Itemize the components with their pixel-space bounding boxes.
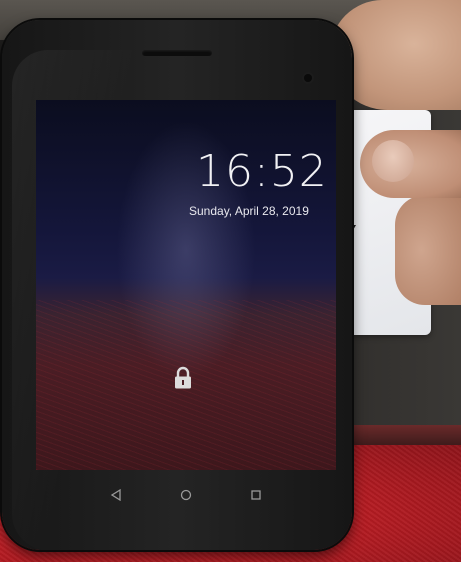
- front-camera: [304, 74, 312, 82]
- lock-screen-clock: 16:52: [196, 146, 328, 197]
- lock-screen-date: Sunday, April 28, 2019: [189, 204, 309, 218]
- earpiece-speaker: [142, 50, 212, 56]
- thumb-nail: [372, 140, 414, 182]
- navigation-bar: [95, 486, 275, 504]
- home-circle-icon[interactable]: [177, 486, 195, 504]
- lock-icon[interactable]: [172, 366, 194, 390]
- back-triangle-icon[interactable]: [107, 486, 125, 504]
- hand-finger: [395, 195, 461, 305]
- recents-square-icon[interactable]: [247, 486, 265, 504]
- photo-scene: 16:52 Sunday, April 28, 2019: [0, 0, 461, 562]
